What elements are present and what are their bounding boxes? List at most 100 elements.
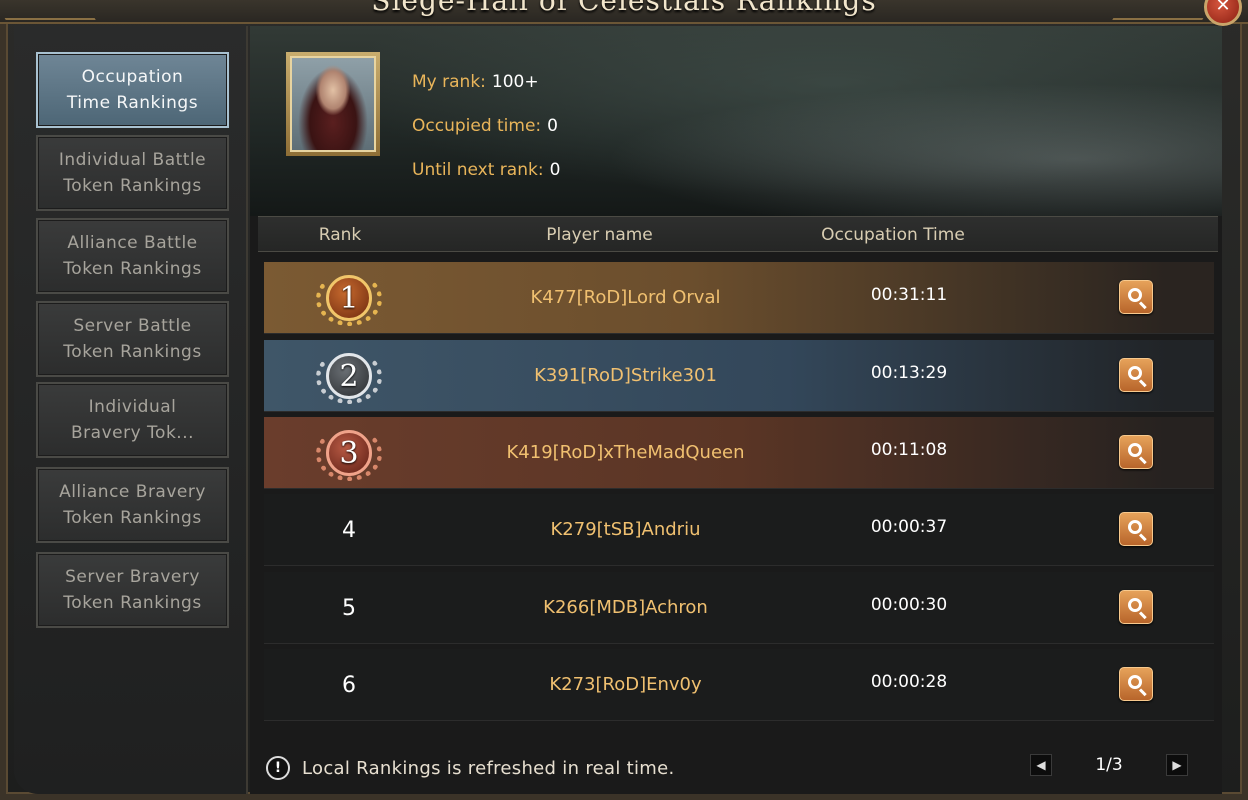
player-name: K477[RoD]Lord Orval: [530, 287, 721, 308]
occupation-time: 00:13:29: [870, 363, 948, 383]
silver-medal-icon: 2: [312, 344, 386, 408]
search-icon-handle: [1138, 688, 1147, 697]
close-icon: ✕: [1215, 0, 1231, 16]
table-row: 2 K391[RoD]Strike301 00:13:29: [264, 340, 1214, 412]
rank-number: 4: [342, 517, 356, 543]
occupied-time-value: 0: [547, 116, 558, 136]
player-avatar[interactable]: [286, 52, 380, 156]
my-rank-label: My rank:: [412, 72, 486, 92]
view-player-button[interactable]: [1119, 590, 1153, 624]
column-header-rank: Rank: [318, 225, 362, 245]
rank-number: 6: [342, 672, 356, 698]
view-player-button[interactable]: [1119, 435, 1153, 469]
rankings-main-panel: My rank: 100+ Occupied time: 0 Until next …: [250, 26, 1222, 794]
tab-label: Occupation Time Rankings: [66, 67, 199, 113]
player-name: K419[RoD]xTheMadQueen: [506, 442, 745, 463]
tab-occupation-time-rankings[interactable]: Occupation Time Rankings: [36, 52, 229, 128]
tab-label: Server Bravery Token Rankings: [63, 567, 202, 613]
table-header: Rank Player name Occupation Time: [258, 216, 1218, 252]
until-next-rank-label: Until next rank:: [412, 160, 544, 180]
tab-label: Server Battle Token Rankings: [63, 316, 202, 362]
tab-individual-bravery-token-rankings[interactable]: Individual Bravery Tok...: [36, 382, 229, 458]
occupation-time: 00:00:37: [870, 517, 948, 537]
chevron-right-icon: ▶: [1172, 758, 1182, 772]
column-header-player-name: Player name: [546, 225, 653, 245]
search-icon-lens: [1128, 288, 1142, 302]
refresh-note-text: Local Rankings is refreshed in real time…: [302, 757, 675, 779]
rank-cell: 3: [264, 417, 434, 489]
table-row: 1 K477[RoD]Lord Orval 00:31:11: [264, 262, 1214, 334]
search-icon-handle: [1138, 456, 1147, 465]
rank-number: 5: [342, 595, 356, 621]
bronze-medal-icon: 3: [312, 421, 386, 485]
rank-cell: 2: [264, 340, 434, 412]
page-indicator: 1/3: [1095, 755, 1123, 775]
rank-number: 2: [326, 353, 372, 399]
rank-cell: 5: [264, 572, 434, 644]
search-icon-handle: [1138, 611, 1147, 620]
table-row: 4 K279[tSB]Andriu 00:00:37: [264, 494, 1214, 566]
search-icon: [1119, 590, 1153, 624]
search-icon-lens: [1128, 366, 1142, 380]
search-icon: [1119, 280, 1153, 314]
occupied-time: Occupied time: 0: [412, 104, 560, 148]
player-name: K391[RoD]Strike301: [534, 365, 717, 386]
search-icon-lens: [1128, 598, 1142, 612]
tab-server-battle-token-rankings[interactable]: Server Battle Token Rankings: [36, 301, 229, 377]
column-header-occupation-time: Occupation Time: [821, 225, 965, 245]
player-name: K279[tSB]Andriu: [550, 519, 701, 540]
view-player-button[interactable]: [1119, 358, 1153, 392]
occupation-time: 00:00:30: [870, 595, 948, 615]
my-stats: My rank: 100+ Occupied time: 0 Until next …: [412, 60, 560, 192]
occupation-time: 00:11:08: [870, 440, 948, 460]
search-icon-handle: [1138, 533, 1147, 542]
my-rank: My rank: 100+: [412, 60, 560, 104]
tab-label: Individual Bravery Tok...: [71, 397, 194, 443]
view-player-button[interactable]: [1119, 280, 1153, 314]
search-icon: [1119, 435, 1153, 469]
tab-server-bravery-token-rankings[interactable]: Server Bravery Token Rankings: [36, 552, 229, 628]
rank-cell: 1: [264, 262, 434, 334]
chevron-left-icon: ◀: [1036, 758, 1046, 772]
occupation-time: 00:00:28: [870, 672, 948, 692]
ranking-category-sidebar: Occupation Time Rankings Individual Batt…: [14, 26, 248, 794]
rank-number: 1: [326, 275, 372, 321]
tab-label: Individual Battle Token Rankings: [58, 150, 207, 196]
table-row: 3 K419[RoD]xTheMadQueen 00:11:08: [264, 417, 1214, 489]
search-icon-handle: [1138, 301, 1147, 310]
tab-individual-battle-token-rankings[interactable]: Individual Battle Token Rankings: [36, 135, 229, 211]
rank-cell: 4: [264, 494, 434, 566]
player-name: K266[MDB]Achron: [543, 597, 708, 618]
table-row: 6 K273[RoD]Env0y 00:00:28: [264, 649, 1214, 721]
tab-label: Alliance Battle Token Rankings: [63, 233, 202, 279]
search-icon: [1119, 667, 1153, 701]
view-player-button[interactable]: [1119, 667, 1153, 701]
previous-page-button[interactable]: ◀: [1030, 754, 1052, 776]
tab-label: Alliance Bravery Token Rankings: [59, 482, 206, 528]
title-bar: Siege-Hall of Celestials Rankings: [0, 0, 1248, 24]
rank-number: 3: [326, 430, 372, 476]
gold-medal-icon: 1: [312, 266, 386, 330]
pagination: ◀ 1/3 ▶: [1030, 754, 1190, 776]
search-icon: [1119, 358, 1153, 392]
tab-alliance-bravery-token-rankings[interactable]: Alliance Bravery Token Rankings: [36, 467, 229, 543]
refresh-note: ! Local Rankings is refreshed in real ti…: [266, 756, 675, 780]
search-icon-lens: [1128, 675, 1142, 689]
rank-cell: 6: [264, 649, 434, 721]
occupation-time: 00:31:11: [870, 285, 948, 305]
my-ranking-header: My rank: 100+ Occupied time: 0 Until next …: [250, 26, 1222, 216]
search-icon-lens: [1128, 443, 1142, 457]
tab-alliance-battle-token-rankings[interactable]: Alliance Battle Token Rankings: [36, 218, 229, 294]
view-player-button[interactable]: [1119, 512, 1153, 546]
my-rank-value: 100+: [491, 72, 539, 92]
player-name: K273[RoD]Env0y: [549, 674, 702, 695]
search-icon: [1119, 512, 1153, 546]
table-row: 5 K266[MDB]Achron 00:00:30: [264, 572, 1214, 644]
search-icon-lens: [1128, 520, 1142, 534]
window-title: Siege-Hall of Celestials Rankings: [371, 0, 877, 17]
next-page-button[interactable]: ▶: [1166, 754, 1188, 776]
occupied-time-label: Occupied time:: [412, 116, 542, 136]
avatar-image: [290, 56, 376, 152]
until-next-rank: Until next rank: 0: [412, 148, 560, 192]
info-icon: !: [266, 756, 290, 780]
